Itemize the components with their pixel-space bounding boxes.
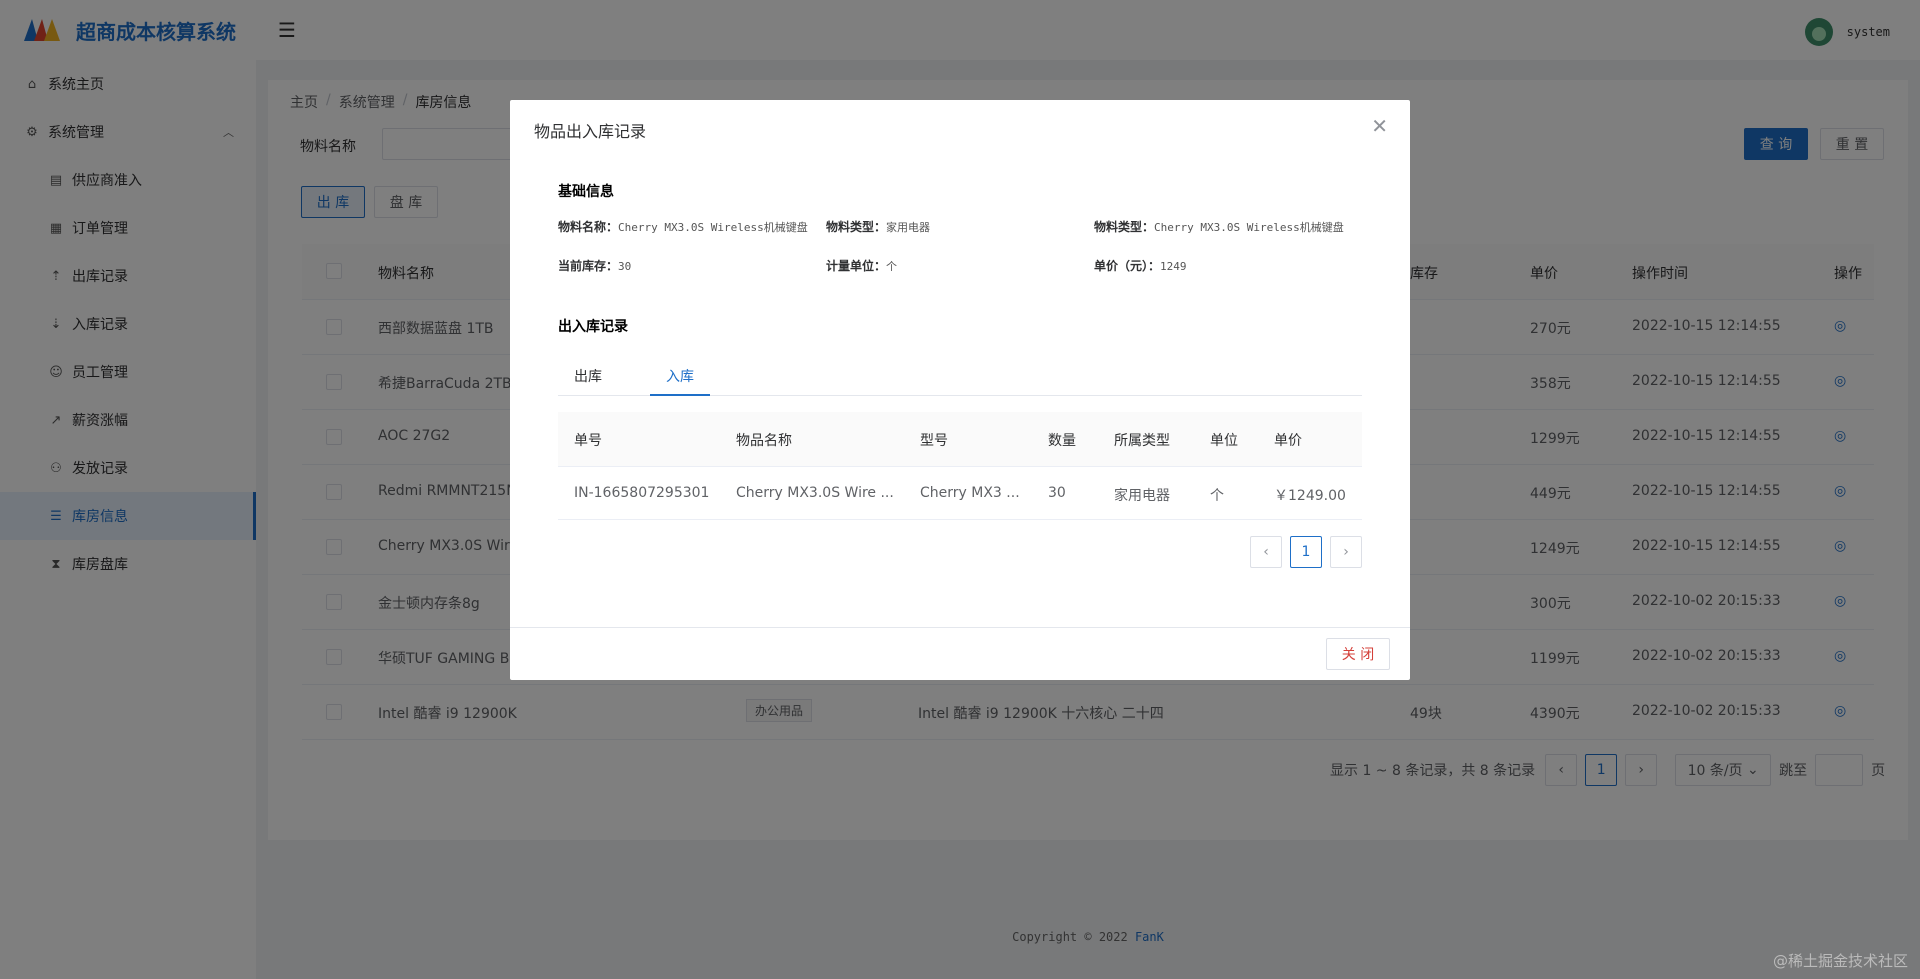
record-table-header: 单号 物品名称 型号 数量 所属类型 单位 单价 (558, 412, 1362, 466)
close-icon[interactable]: ✕ (1371, 114, 1388, 138)
basic-info-title: 基础信息 (558, 184, 614, 200)
record-tabs: 出库 入库 (558, 350, 1362, 396)
watermark: @稀土掘金技术社区 (1772, 952, 1908, 970)
table-row: IN-1665807295301 Cherry MX3.0S Wire ... … (558, 466, 1362, 520)
info-unit: 计量单位：个 (826, 259, 898, 273)
close-button[interactable]: 关 闭 (1326, 638, 1390, 670)
stock-record-dialog: 物品出入库记录 ✕ 基础信息 物料名称：Cherry MX3.0S Wirele… (510, 100, 1410, 680)
cell-unit: 个 (1210, 488, 1224, 504)
tab-outbound[interactable]: 出库 (574, 366, 602, 386)
cell-quantity: 30 (1048, 485, 1066, 501)
record-prev-page-button[interactable]: ‹ (1250, 536, 1282, 568)
record-pagination: ‹ 1 › (1250, 536, 1362, 568)
info-material-type-2: 物料类型：Cherry MX3.0S Wireless机械键盘 (1094, 220, 1344, 234)
records-title: 出入库记录 (558, 319, 628, 335)
active-tab-indicator (650, 394, 710, 396)
cell-model: Cherry MX3 ... (920, 485, 1020, 501)
info-material-name: 物料名称：Cherry MX3.0S Wireless机械键盘 (558, 220, 808, 234)
record-page-1-button[interactable]: 1 (1290, 536, 1322, 568)
info-material-type: 物料类型：家用电器 (826, 220, 931, 234)
record-next-page-button[interactable]: › (1330, 536, 1362, 568)
dialog-footer-divider (510, 627, 1410, 628)
cell-unit-price: ￥1249.00 (1274, 488, 1346, 504)
tab-inbound[interactable]: 入库 (666, 366, 694, 386)
info-unit-price: 单价（元）：1249 (1094, 259, 1187, 273)
col-quantity: 数量 (1048, 433, 1076, 449)
col-order-no: 单号 (574, 433, 602, 449)
dialog-title: 物品出入库记录 (534, 122, 647, 141)
cell-type: 家用电器 (1114, 488, 1170, 504)
col-unit: 单位 (1210, 433, 1238, 449)
info-current-stock: 当前库存：30 (558, 259, 632, 273)
col-unit-price: 单价 (1274, 433, 1302, 449)
cell-order-no: IN-1665807295301 (574, 485, 710, 501)
col-item-name: 物品名称 (736, 433, 792, 449)
col-type: 所属类型 (1114, 433, 1170, 449)
cell-item-name: Cherry MX3.0S Wire ... (736, 485, 894, 501)
col-model: 型号 (920, 433, 948, 449)
